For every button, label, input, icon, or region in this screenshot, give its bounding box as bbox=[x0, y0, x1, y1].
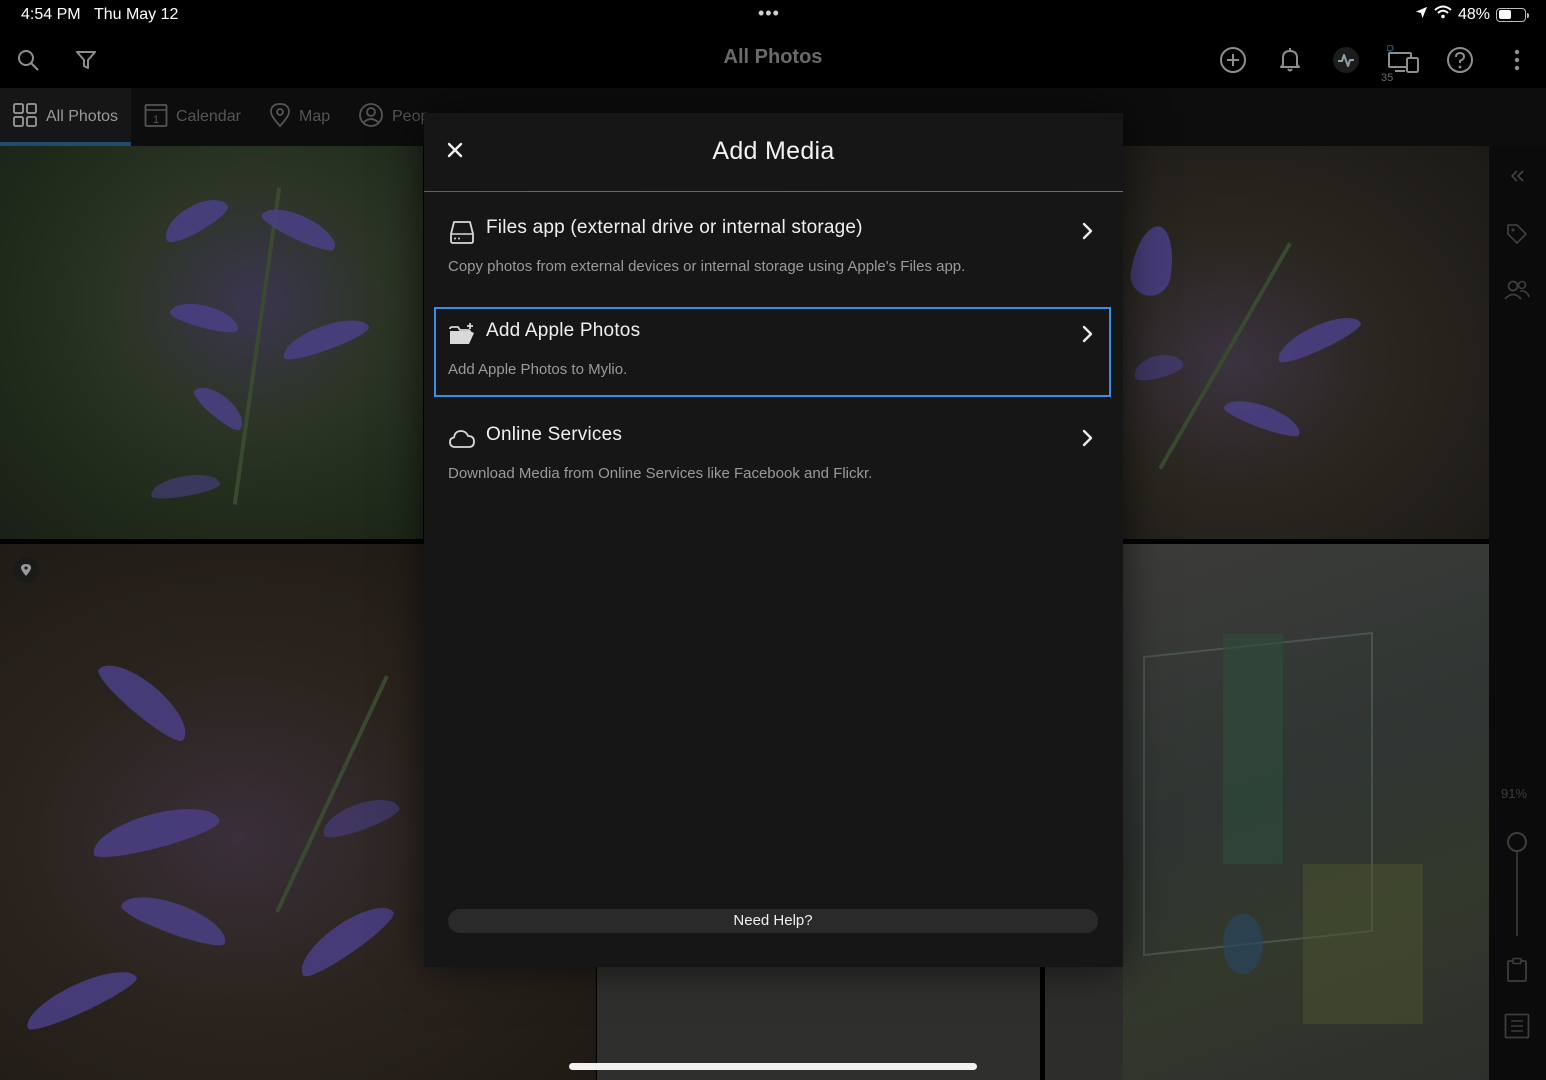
help-icon[interactable] bbox=[1444, 44, 1476, 76]
tab-label: Calendar bbox=[176, 108, 241, 125]
people-icon[interactable] bbox=[1503, 276, 1531, 304]
option-description: Download Media from Online Services like… bbox=[448, 465, 873, 482]
multitask-dots[interactable]: ••• bbox=[758, 3, 780, 24]
wifi-icon bbox=[1434, 5, 1452, 24]
map-pin-icon bbox=[269, 102, 291, 133]
dialog-header: Add Media bbox=[424, 113, 1123, 192]
folder-add-icon bbox=[448, 321, 476, 349]
chevron-right-icon bbox=[1077, 425, 1099, 451]
tag-icon[interactable] bbox=[1503, 220, 1531, 248]
zoom-slider-track[interactable] bbox=[1516, 852, 1518, 936]
hard-drive-icon bbox=[448, 218, 476, 246]
home-indicator[interactable] bbox=[569, 1063, 977, 1070]
option-title: Online Services bbox=[486, 424, 623, 445]
tab-people[interactable]: Peop bbox=[358, 88, 429, 146]
need-help-button[interactable]: Need Help? bbox=[448, 909, 1098, 933]
tab-map[interactable]: Map bbox=[269, 88, 330, 146]
device-badge-count: 35 bbox=[1381, 72, 1394, 84]
files-app-option[interactable]: Files app (external drive or internal st… bbox=[434, 204, 1111, 294]
status-right: 48% bbox=[1415, 5, 1529, 24]
add-circle-icon[interactable] bbox=[1217, 44, 1249, 76]
cloud-icon bbox=[448, 425, 476, 453]
person-icon bbox=[358, 102, 384, 133]
status-time: 4:54 PM Thu May 12 bbox=[21, 6, 179, 23]
page-title: All Photos bbox=[723, 46, 823, 68]
location-pin-icon bbox=[13, 557, 39, 583]
photo-thumbnail[interactable] bbox=[1123, 146, 1489, 539]
dialog-title: Add Media bbox=[712, 137, 835, 165]
calendar-icon: 1 bbox=[144, 102, 168, 133]
option-description: Add Apple Photos to Mylio. bbox=[448, 361, 628, 378]
status-bar: 4:54 PM Thu May 12 ••• 48% bbox=[0, 0, 1546, 32]
top-app-bar: All Photos bbox=[0, 32, 1546, 88]
tab-all-photos[interactable]: All Photos bbox=[0, 88, 131, 146]
add-media-dialog: Add Media Files app (external drive or i… bbox=[424, 113, 1123, 967]
location-arrow-icon bbox=[1415, 6, 1428, 24]
grid-icon bbox=[12, 102, 38, 133]
collapse-left-icon[interactable] bbox=[1503, 162, 1531, 190]
tab-label: Map bbox=[299, 108, 331, 125]
option-title: Add Apple Photos bbox=[486, 320, 641, 341]
activity-icon[interactable] bbox=[1330, 44, 1362, 76]
tab-calendar[interactable]: 1 Calendar bbox=[144, 88, 241, 146]
option-description: Copy photos from external devices or int… bbox=[448, 258, 966, 275]
photo-thumbnail[interactable] bbox=[1123, 544, 1489, 1080]
tab-label: All Photos bbox=[46, 108, 119, 125]
list-icon[interactable] bbox=[1503, 1012, 1531, 1040]
chevron-right-icon bbox=[1077, 321, 1099, 347]
photo-thumbnail[interactable] bbox=[1045, 966, 1123, 1080]
bell-icon[interactable] bbox=[1274, 44, 1306, 76]
battery-icon bbox=[1496, 7, 1529, 22]
option-title: Files app (external drive or internal st… bbox=[486, 217, 863, 238]
apple-photos-option[interactable]: Add Apple Photos Add Apple Photos to Myl… bbox=[434, 307, 1111, 397]
svg-text:1: 1 bbox=[153, 114, 159, 126]
zoom-level: 91% bbox=[1501, 786, 1528, 801]
battery-percent: 48% bbox=[1457, 5, 1490, 23]
zoom-slider-handle[interactable] bbox=[1507, 832, 1527, 852]
right-rail: 91% bbox=[1489, 146, 1546, 1080]
more-vertical-icon[interactable] bbox=[1501, 44, 1533, 76]
chevron-right-icon bbox=[1077, 218, 1099, 244]
clipboard-icon[interactable] bbox=[1503, 956, 1531, 984]
online-services-option[interactable]: Online Services Download Media from Onli… bbox=[434, 411, 1111, 501]
photo-thumbnail[interactable] bbox=[0, 146, 423, 539]
